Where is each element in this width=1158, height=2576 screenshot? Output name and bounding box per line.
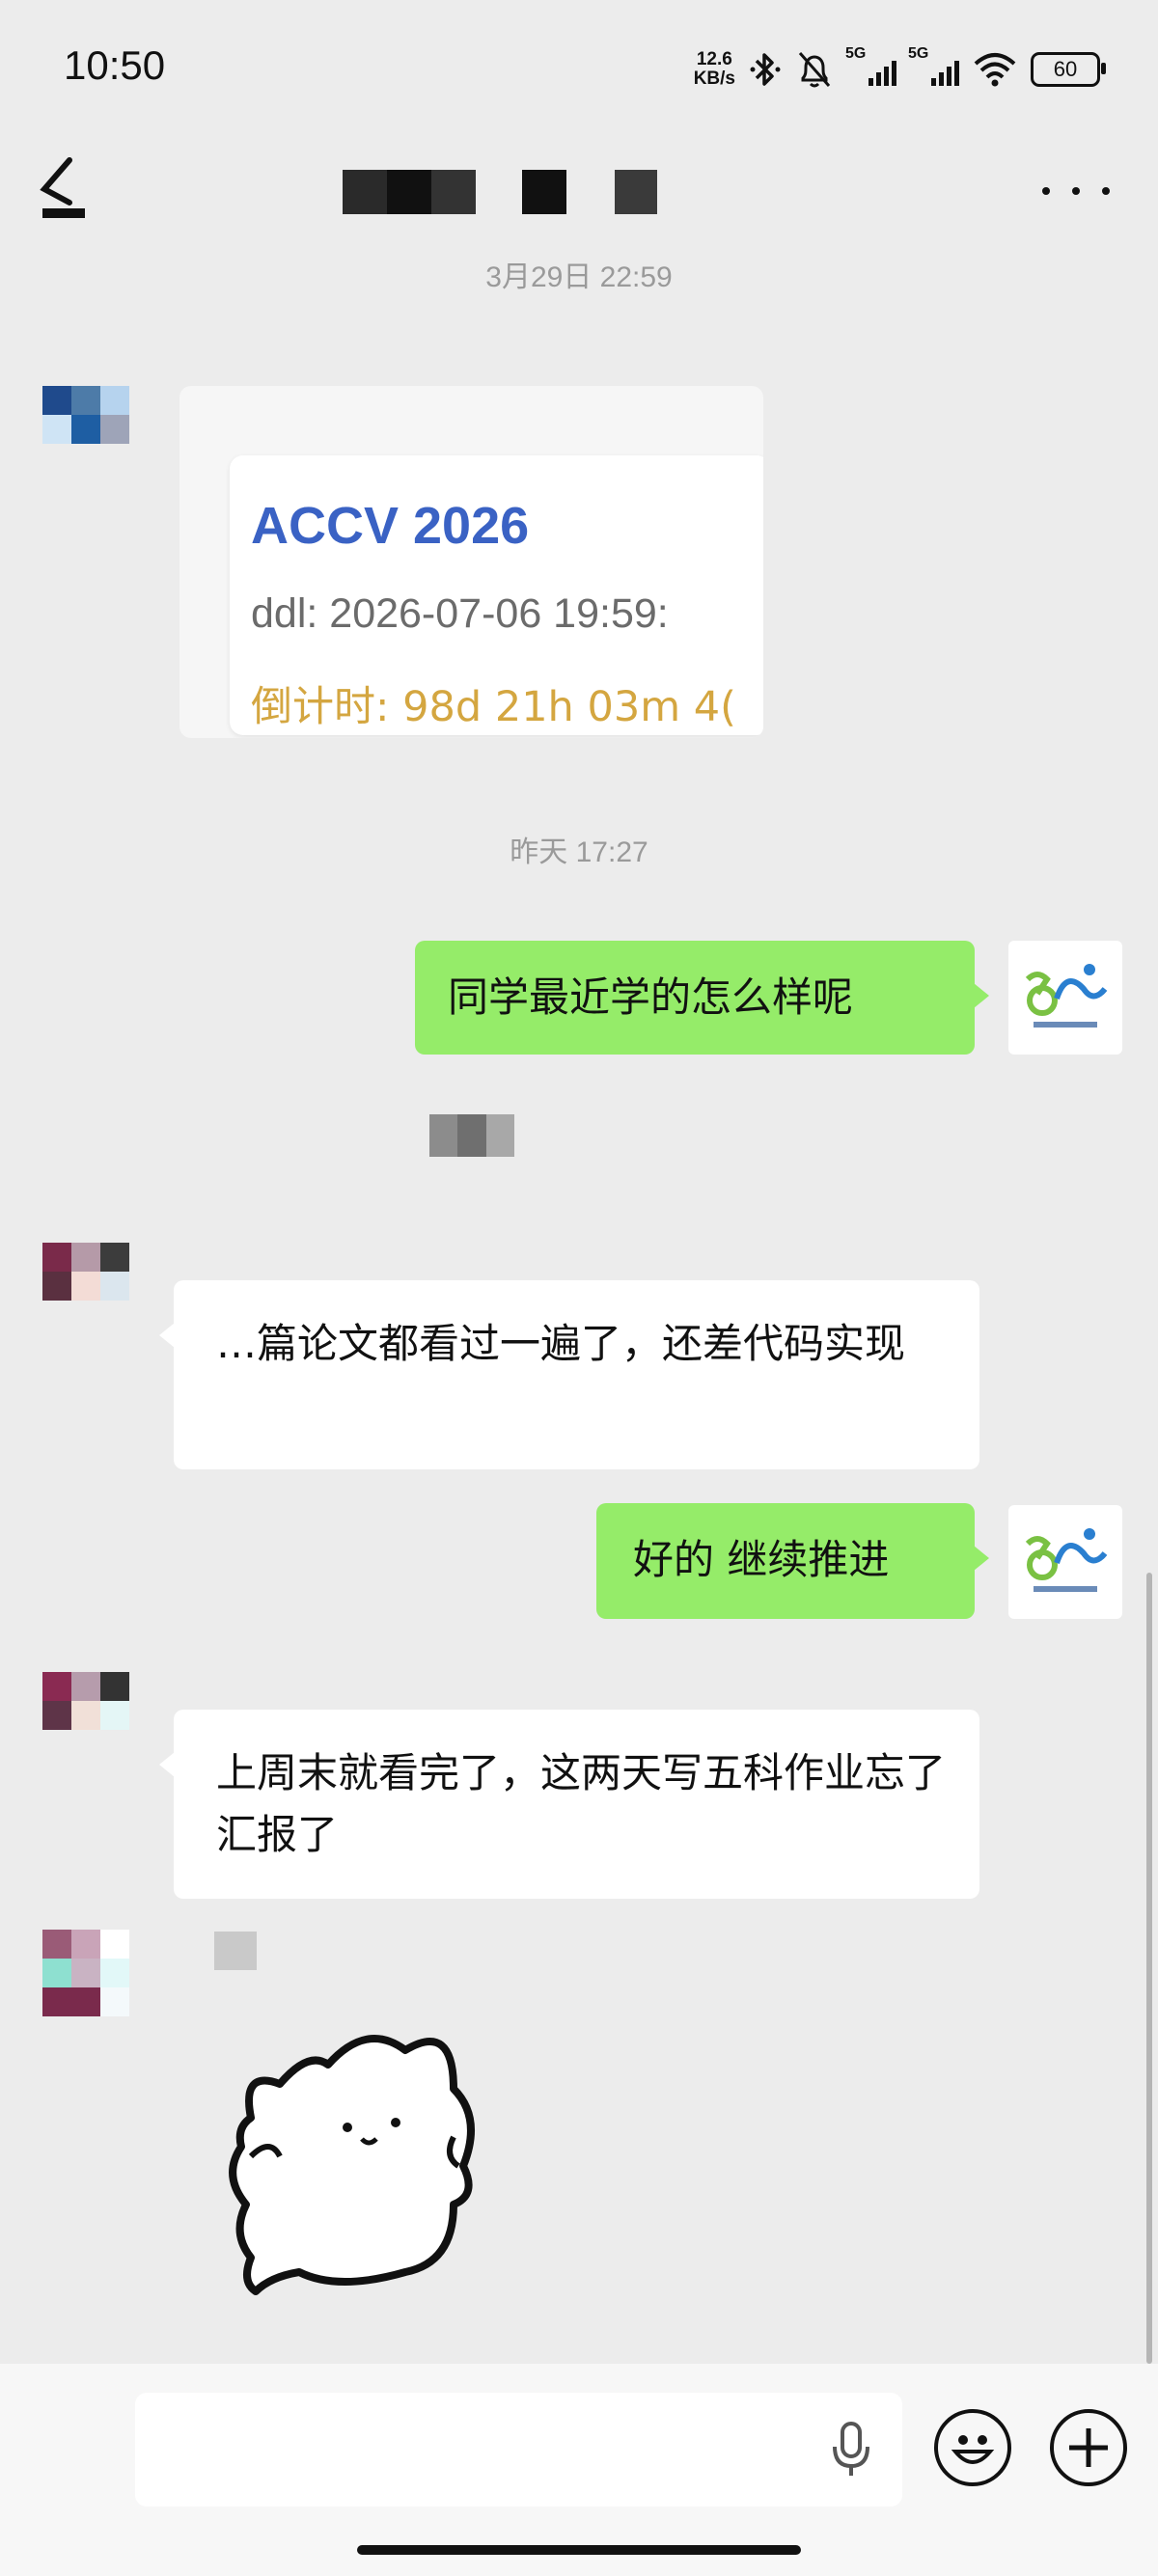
avatar[interactable] bbox=[42, 1672, 129, 1759]
microphone-icon[interactable] bbox=[830, 2422, 872, 2478]
incoming-message[interactable]: …篇论文都看过一遍了，还差代码实现 bbox=[159, 1280, 979, 1469]
timestamp: 昨天 17:27 bbox=[510, 836, 648, 868]
bluetooth-icon bbox=[750, 53, 781, 86]
avatar[interactable] bbox=[42, 386, 129, 473]
logo-icon bbox=[1025, 1528, 1108, 1592]
outgoing-message[interactable]: 同学最近学的怎么样呢 bbox=[415, 941, 989, 1055]
back-arrow-icon bbox=[40, 157, 85, 218]
home-indicator bbox=[357, 2545, 801, 2555]
card-inner: ACCV 2026 ddl: 2026-07-06 19:59: 倒计时: 98… bbox=[230, 455, 763, 735]
mute-bell-icon bbox=[798, 52, 831, 88]
self-avatar[interactable] bbox=[1008, 941, 1122, 1055]
cat-sticker[interactable] bbox=[212, 2012, 502, 2301]
sim2-signal-icon: 5G bbox=[908, 45, 959, 86]
wifi-icon bbox=[974, 53, 1016, 87]
chat-title-redacted bbox=[343, 170, 657, 214]
outgoing-message[interactable]: 好的 继续推进 bbox=[596, 1503, 989, 1619]
card-title: ACCV 2026 bbox=[251, 497, 530, 555]
avatar[interactable] bbox=[42, 1930, 129, 2016]
status-bar: 10:50 12.6 KB/s 5G 5G 60 bbox=[0, 0, 1158, 135]
card-ddl: ddl: 2026-07-06 19:59: bbox=[251, 590, 669, 637]
redacted-nickname bbox=[214, 1932, 257, 1970]
status-time: 10:50 bbox=[64, 42, 166, 88]
logo-icon bbox=[1025, 964, 1108, 1028]
redacted-notice bbox=[429, 1114, 514, 1157]
self-avatar[interactable] bbox=[1008, 1505, 1122, 1619]
battery-icon: 60 bbox=[1031, 52, 1106, 87]
status-icons: 12.6 KB/s 5G 5G 60 bbox=[693, 42, 1106, 96]
card-countdown: 倒计时: 98d 21h 03m 4( bbox=[251, 683, 736, 731]
back-button[interactable] bbox=[35, 154, 93, 222]
more-button[interactable] bbox=[1042, 172, 1110, 210]
timestamp: 3月29日 22:59 bbox=[485, 261, 673, 293]
scrollbar[interactable] bbox=[1146, 1573, 1152, 2364]
message-input[interactable] bbox=[135, 2393, 902, 2507]
incoming-message[interactable]: 上周末就看完了，这两天写五科作业忘了汇报了 bbox=[159, 1710, 979, 1899]
sim1-signal-icon: 5G bbox=[845, 45, 896, 86]
more-dots-icon bbox=[1042, 187, 1050, 195]
plus-button[interactable] bbox=[1050, 2409, 1127, 2486]
emoji-button[interactable] bbox=[934, 2409, 1011, 2486]
network-speed: 12.6 KB/s bbox=[693, 49, 735, 89]
emoji-icon bbox=[951, 2435, 995, 2464]
avatar[interactable] bbox=[42, 1243, 129, 1329]
plus-icon bbox=[1069, 2428, 1108, 2467]
cat-sticker-icon bbox=[229, 2035, 475, 2295]
deadline-card-message[interactable]: ACCV 2026 ddl: 2026-07-06 19:59: 倒计时: 98… bbox=[179, 386, 763, 738]
